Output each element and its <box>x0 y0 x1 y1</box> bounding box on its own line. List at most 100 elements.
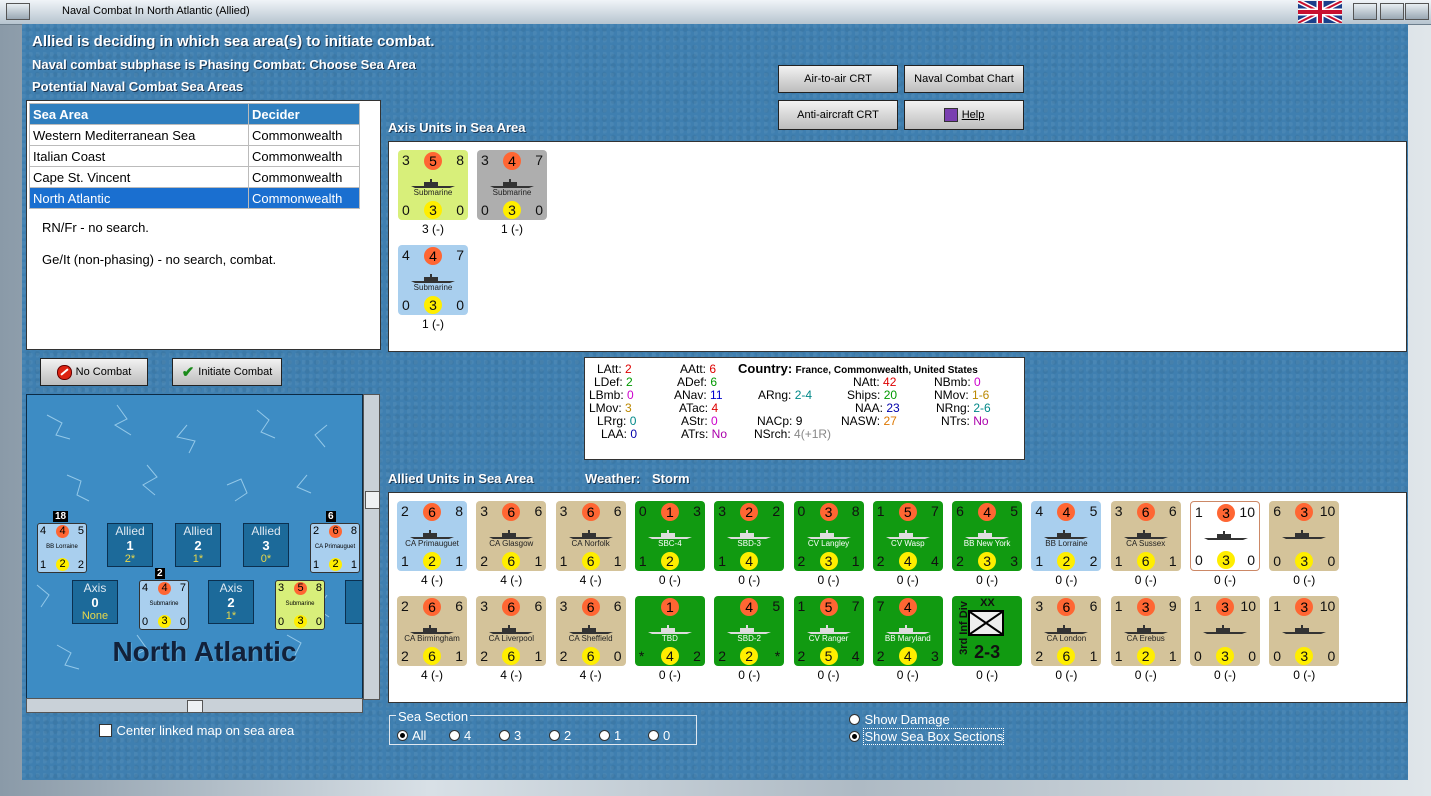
help-button[interactable]: Help <box>904 100 1024 130</box>
map-unit-stack[interactable]: 4 4 7 0 3 0 Submarine <box>139 580 189 630</box>
allied-sea-box[interactable]: Allied 1 2* <box>107 523 153 567</box>
show-damage-option[interactable]: Show Damage <box>849 711 950 729</box>
air-to-air-crt-button[interactable]: Air-to-air CRT <box>778 65 898 93</box>
map-unit-stack[interactable]: 2 6 8 1 2 1 CA Primauguet <box>310 523 360 573</box>
center-map-checkbox-row[interactable]: Center linked map on sea area <box>99 722 294 740</box>
stack-tl: 3 <box>278 582 285 594</box>
unit-counter[interactable]: 3 6 6 CA Norfolk 1 6 1 <box>555 501 626 571</box>
minimize-button[interactable] <box>1353 3 1377 20</box>
sea-area-map[interactable]: Allied 1 2* Allied 2 1* Allied 3 0* Axis 0 None Axis… <box>26 394 363 700</box>
defense-value: 0 <box>402 202 410 218</box>
system-menu-button[interactable] <box>6 3 30 20</box>
unit-counter[interactable]: 3 4 7 Submarine 0 3 0 <box>477 150 547 220</box>
unit-counter[interactable]: 3 2 2 SBD-3 1 4 <box>714 501 785 571</box>
stack-br: 1 <box>350 559 357 571</box>
unit-counter[interactable]: 1 5 7 CV Ranger 2 5 4 <box>793 596 864 666</box>
move-circle: 3 <box>424 296 442 314</box>
close-button[interactable] <box>1405 3 1429 20</box>
sea-section-radio[interactable] <box>648 730 659 742</box>
move-circle: 3 <box>1295 552 1314 570</box>
sea-section-radio[interactable] <box>449 730 460 742</box>
show-damage-radio[interactable] <box>849 714 860 726</box>
unit-counter[interactable]: 6 3 10 0 3 0 <box>1269 501 1340 571</box>
sea-section-option[interactable]: 0 <box>648 727 670 745</box>
sea-section-option[interactable]: 4 <box>449 727 471 745</box>
unit-counter[interactable]: 3 6 6 CA Liverpool 2 6 1 <box>476 596 547 666</box>
center-map-checkbox[interactable] <box>99 724 112 738</box>
unit-counter[interactable]: 4 4 5 BB Lorraine 1 2 2 <box>1031 501 1102 571</box>
sea-section-option[interactable]: 1 <box>599 727 621 745</box>
sea-section-option[interactable]: 2 <box>549 727 571 745</box>
unit-counter[interactable]: 1 3 10 0 3 0 <box>1190 596 1260 666</box>
unit-counter[interactable]: 1 3 9 CA Erebus 1 2 1 <box>1110 596 1181 666</box>
unit-counter[interactable]: 0 1 3 SBC-4 1 2 <box>634 501 705 571</box>
sea-section-option[interactable]: All <box>397 727 426 745</box>
naval-combat-chart-button[interactable]: Naval Combat Chart <box>904 65 1024 93</box>
unit-count: 0 (-) <box>1055 573 1078 587</box>
sea-section-radio[interactable] <box>397 730 408 742</box>
initiate-combat-button[interactable]: ✔ Initiate Combat <box>172 358 282 386</box>
unit-counter[interactable]: 7 4 BB Maryland 2 4 3 <box>872 596 943 666</box>
axis-sea-box[interactable]: Axis 0 None <box>72 580 118 624</box>
show-sections-option[interactable]: Show Sea Box Sections <box>849 728 1005 746</box>
map-horizontal-scrollbar[interactable] <box>26 698 363 713</box>
ship-silhouette-icon <box>885 622 931 634</box>
anti-aircraft-crt-button[interactable]: Anti-aircraft CRT <box>778 100 898 130</box>
unit-counter[interactable]: 1 TBD * 4 2 <box>634 596 705 666</box>
unit-counter[interactable]: 0 3 8 CV Langley 2 3 1 <box>793 501 864 571</box>
unit-name: CA Liverpool <box>488 634 534 643</box>
allied-sea-box[interactable]: Allied 3 0* <box>243 523 289 567</box>
horizontal-scroll-thumb[interactable] <box>187 700 203 713</box>
uk-flag-icon <box>1296 0 1344 26</box>
unit-name: 3rd Inf Div <box>958 601 971 655</box>
sea-section-radio[interactable] <box>599 730 610 742</box>
unit-count: 0 (-) <box>738 668 761 682</box>
unit-counter[interactable]: 3 6 6 CA London 2 6 1 <box>1031 596 1102 666</box>
unit-counter[interactable]: 1 5 7 CV Wasp 2 4 4 <box>872 501 943 571</box>
sea-section-option[interactable]: 3 <box>499 727 521 745</box>
sea-area-panel: Sea Area Decider Western Mediterranean S… <box>26 100 381 350</box>
vertical-scroll-thumb[interactable] <box>365 491 380 509</box>
map-unit-stack[interactable]: 3 5 8 0 3 0 Submarine <box>275 580 325 630</box>
axis-sea-box-partial[interactable]: A <box>345 580 362 624</box>
table-row-selected[interactable]: North Atlantic Commonwealth <box>29 187 360 209</box>
unit-name: BB Maryland <box>884 634 931 643</box>
unit-counter[interactable]: 3 6 6 CA Sheffield 2 6 0 <box>555 596 626 666</box>
aa-value: 0 <box>1327 648 1336 664</box>
sea-section-radio[interactable] <box>549 730 560 742</box>
aa-value: 1 <box>1168 648 1177 664</box>
unit-counter[interactable]: 3 5 8 Submarine 0 3 0 <box>398 150 468 220</box>
range-value: 6 <box>613 598 622 614</box>
table-row[interactable]: Western Mediterranean Sea Commonwealth <box>29 124 360 146</box>
unit-counter[interactable]: 4 5 SBD-2 2 2 * <box>714 596 785 666</box>
map-unit-stack[interactable]: 4 4 5 1 2 2 BB Lorraine <box>37 523 87 573</box>
defense-value: 1 <box>401 553 409 569</box>
unit-count: 1 (-) <box>422 317 444 331</box>
weather-label: Weather: <box>585 471 641 486</box>
ship-silhouette-icon <box>1203 528 1249 540</box>
unit-counter[interactable]: XX 3rd Inf Div 2-3 <box>952 596 1023 666</box>
allied-sea-box[interactable]: Allied 2 1* <box>175 523 221 567</box>
unit-counter[interactable]: 2 6 8 CA Primauguet 1 2 1 <box>397 501 467 571</box>
unit-counter[interactable]: 3 6 6 CA Sussex 1 6 1 <box>1110 501 1181 571</box>
map-vertical-scrollbar[interactable] <box>363 394 380 700</box>
maximize-button[interactable] <box>1380 3 1404 20</box>
table-row[interactable]: Italian Coast Commonwealth <box>29 145 360 167</box>
unit-counter[interactable]: 3 6 6 CA Glasgow 2 6 1 <box>476 501 547 571</box>
sea-section-radio[interactable] <box>499 730 510 742</box>
axis-sea-box[interactable]: Axis 2 1* <box>208 580 254 624</box>
decider-cell: Commonwealth <box>248 124 360 146</box>
unit-counter[interactable]: 1 3 10 0 3 0 <box>1269 596 1340 666</box>
defense-value: 1 <box>718 553 726 569</box>
defense-value: 1 <box>1114 648 1123 664</box>
unit-counter[interactable]: 2 6 6 CA Birmingham 2 6 1 <box>397 596 467 666</box>
unit-counter[interactable]: 1 3 10 0 3 0 <box>1190 501 1260 571</box>
unit-counter[interactable]: 6 4 5 BB New York 2 3 3 <box>952 501 1023 571</box>
ship-silhouette-icon <box>1123 527 1169 539</box>
strength-circle: 2 <box>740 503 759 521</box>
unit-counter[interactable]: 4 4 7 Submarine 0 3 0 <box>398 245 468 315</box>
no-combat-button[interactable]: No Combat <box>40 358 148 386</box>
show-sections-radio[interactable] <box>849 731 860 743</box>
table-row[interactable]: Cape St. Vincent Commonwealth <box>29 166 360 188</box>
unit-count: 1 (-) <box>501 222 523 236</box>
